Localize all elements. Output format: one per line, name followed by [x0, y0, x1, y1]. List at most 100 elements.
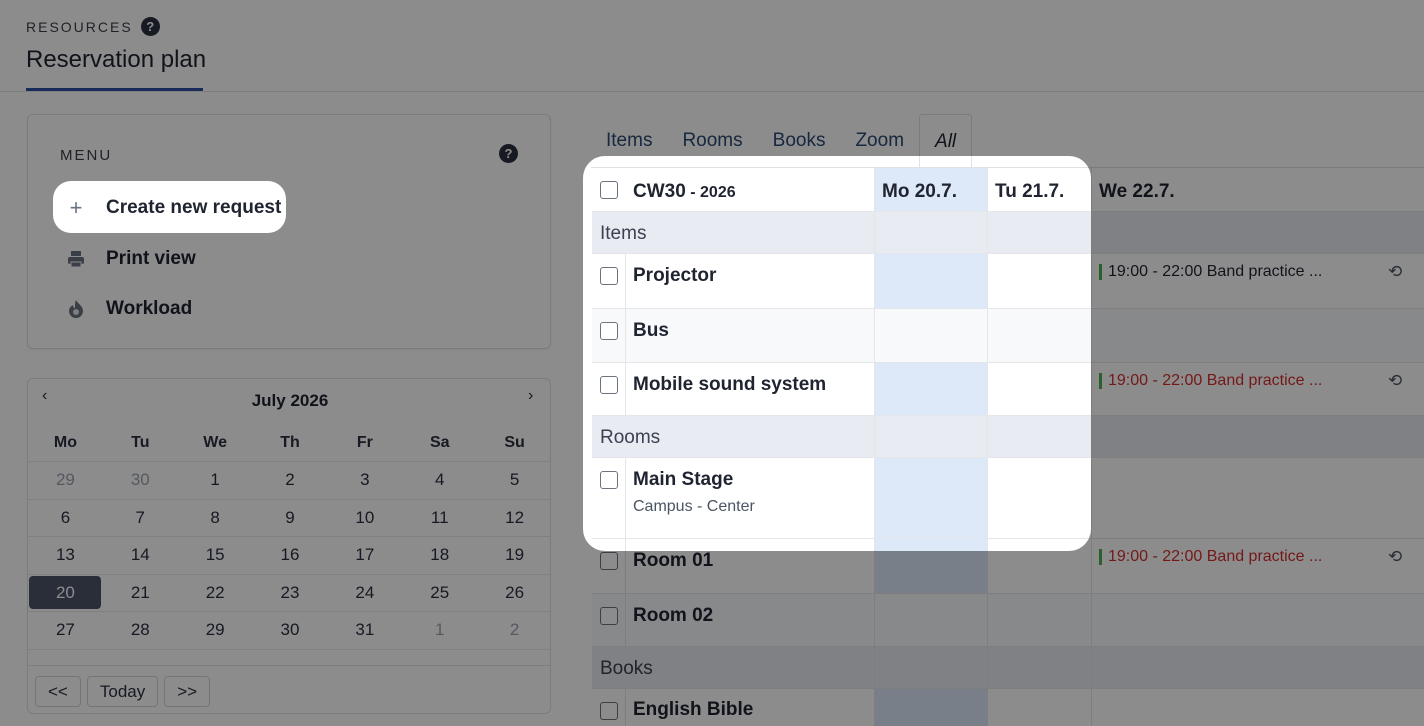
week-year: - 2026: [685, 184, 736, 201]
title-underline: [26, 88, 203, 91]
calendar-day[interactable]: 26: [477, 575, 550, 612]
calendar-day[interactable]: 15: [178, 537, 253, 574]
next-month-button[interactable]: >>: [164, 676, 211, 707]
calendar-day[interactable]: 17: [327, 537, 402, 574]
calendar-day[interactable]: 14: [103, 537, 178, 574]
calendar-day[interactable]: 11: [402, 500, 477, 537]
event-status-bar: [1099, 264, 1102, 280]
calendar-day[interactable]: 27: [28, 612, 103, 649]
calendar-day[interactable]: 6: [28, 500, 103, 537]
tab-zoom[interactable]: Zoom: [840, 114, 919, 168]
day-header-tu[interactable]: Tu 21.7.: [995, 181, 1064, 203]
row-checkbox[interactable]: [600, 322, 618, 340]
row-checkbox[interactable]: [600, 702, 618, 720]
week-label: CW30 - 2026: [633, 181, 736, 203]
calendar-month: July 2026: [251, 391, 329, 410]
group-label: Books: [600, 658, 653, 679]
calendar-day[interactable]: 5: [477, 462, 550, 499]
weekday-th: Th: [280, 433, 300, 451]
menu-item-label: Create new request: [106, 197, 282, 218]
calendar-day[interactable]: 16: [253, 537, 328, 574]
resource-row-main-stage: Main Stage Campus - Center: [592, 458, 1424, 539]
resource-name[interactable]: Main Stage: [633, 469, 733, 491]
calendar-day[interactable]: 4: [402, 462, 477, 499]
row-checkbox[interactable]: [600, 607, 618, 625]
today-button[interactable]: Today: [86, 676, 159, 707]
week-number: CW30: [633, 181, 686, 202]
tab-all[interactable]: All: [919, 114, 973, 168]
resource-name[interactable]: Bus: [633, 320, 669, 342]
chevron-left-icon[interactable]: ‹: [42, 387, 47, 405]
calendar-week: 27 28 29 30 31 1 2: [28, 612, 550, 650]
printer-icon: [66, 249, 86, 269]
resource-name[interactable]: English Bible: [633, 699, 753, 721]
column-divider: [874, 168, 875, 726]
reservation-event[interactable]: 19:00 - 22:00 Band practice ...: [1099, 548, 1322, 566]
calendar-day[interactable]: 18: [402, 537, 477, 574]
calendar-day[interactable]: 29: [178, 612, 253, 649]
column-divider: [987, 168, 988, 726]
section-label-text: RESOURCES: [26, 18, 133, 35]
calendar-day[interactable]: 22: [178, 575, 253, 612]
calendar-day[interactable]: 23: [253, 575, 328, 612]
tab-books[interactable]: Books: [758, 114, 841, 168]
calendar-day[interactable]: 30: [253, 612, 328, 649]
calendar-day[interactable]: 9: [253, 500, 328, 537]
calendar-day[interactable]: 3: [327, 462, 402, 499]
calendar-day[interactable]: 25: [402, 575, 477, 612]
tab-items[interactable]: Items: [591, 114, 667, 168]
calendar-day[interactable]: 13: [28, 537, 103, 574]
day-header-we[interactable]: We 22.7.: [1099, 181, 1175, 203]
calendar-day[interactable]: 8: [178, 500, 253, 537]
resource-name[interactable]: Room 02: [633, 605, 713, 627]
calendar-day[interactable]: 7: [103, 500, 178, 537]
workload-button[interactable]: Workload: [54, 284, 208, 334]
reservation-event[interactable]: 19:00 - 22:00 Band practice ...: [1099, 263, 1322, 281]
row-checkbox[interactable]: [600, 471, 618, 489]
plus-icon: +: [69, 195, 83, 220]
calendar-day[interactable]: 1: [402, 612, 477, 649]
group-label: Rooms: [600, 427, 661, 448]
resource-row-english-bible: English Bible: [592, 689, 1424, 726]
calendar-week: 13 14 15 16 17 18 19: [28, 537, 550, 575]
calendar-day[interactable]: 1: [178, 462, 253, 499]
calendar-day[interactable]: 12: [477, 500, 550, 537]
calendar-day[interactable]: 31: [327, 612, 402, 649]
calendar-week: 29 30 1 2 3 4 5: [28, 462, 550, 500]
prev-month-button[interactable]: <<: [35, 676, 81, 707]
menu-help-icon[interactable]: ?: [499, 144, 518, 163]
resource-name[interactable]: Room 01: [633, 550, 713, 572]
chevron-right-icon[interactable]: ›: [528, 387, 533, 405]
row-checkbox[interactable]: [600, 552, 618, 570]
schedule-header-row: CW30 - 2026 Mo 20.7. Tu 21.7. We 22.7.: [592, 168, 1424, 212]
calendar-day[interactable]: 19: [477, 537, 550, 574]
calendar-day[interactable]: 30: [103, 462, 178, 499]
resource-name[interactable]: Projector: [633, 265, 716, 287]
calendar-day-selected[interactable]: 20: [28, 575, 103, 612]
menu-item-label: Print view: [106, 248, 196, 269]
calendar-day[interactable]: 10: [327, 500, 402, 537]
page-title: Reservation plan: [26, 46, 207, 73]
calendar-day[interactable]: 28: [103, 612, 178, 649]
tab-rooms[interactable]: Rooms: [667, 114, 757, 168]
create-new-request-button[interactable]: + Create new request: [54, 183, 298, 233]
weekday-fr: Fr: [356, 433, 373, 451]
column-divider: [1091, 168, 1092, 726]
resource-name[interactable]: Mobile sound system: [633, 374, 826, 396]
calendar-day[interactable]: 29: [28, 462, 103, 499]
weekday-sa: Sa: [429, 433, 450, 451]
help-icon[interactable]: ?: [140, 17, 160, 36]
select-all-checkbox[interactable]: [600, 181, 618, 199]
calendar-day[interactable]: 2: [477, 612, 550, 649]
calendar-day[interactable]: 24: [327, 575, 402, 612]
row-checkbox[interactable]: [600, 267, 618, 285]
reservation-event[interactable]: 19:00 - 22:00 Band practice ...: [1099, 372, 1322, 390]
day-header-mo[interactable]: Mo 20.7.: [882, 181, 957, 203]
weekday-we: We: [203, 433, 227, 451]
resource-row-room-02: Room 02: [592, 594, 1424, 647]
calendar-week: 6 7 8 9 10 11 12: [28, 500, 550, 537]
calendar-day[interactable]: 21: [103, 575, 178, 612]
calendar-day[interactable]: 2: [253, 462, 328, 499]
print-view-button[interactable]: Print view: [54, 234, 212, 284]
row-checkbox[interactable]: [600, 376, 618, 394]
